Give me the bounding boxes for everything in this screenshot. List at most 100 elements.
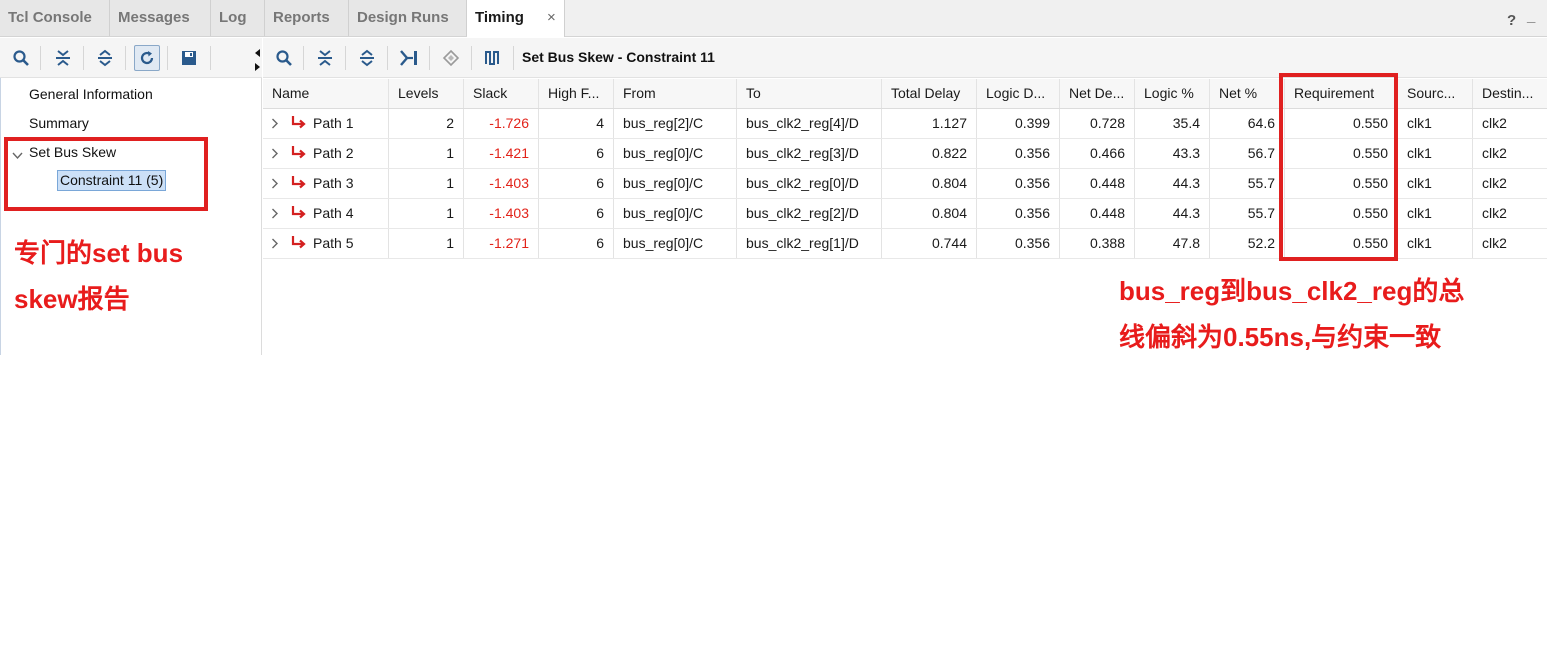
toolbar-separator — [513, 46, 514, 70]
tab-tcl-console[interactable]: Tcl Console — [0, 0, 110, 36]
chevron-right-icon[interactable] — [271, 140, 285, 168]
tree-item-summary[interactable]: Summary — [29, 115, 89, 131]
cell-logic-delay: 0.356 — [977, 169, 1060, 198]
cell-from: bus_reg[0]/C — [614, 139, 737, 168]
chevron-right-icon[interactable] — [271, 200, 285, 228]
cell-total-delay: 0.804 — [882, 169, 977, 198]
tab-messages[interactable]: Messages — [110, 0, 211, 36]
save-icon[interactable] — [176, 45, 202, 71]
chevron-right-icon[interactable] — [271, 230, 285, 258]
help-icon[interactable]: ? — [1507, 12, 1516, 29]
toolbar-separator — [387, 46, 388, 70]
cell-levels: 1 — [389, 169, 464, 198]
cell-net-delay: 0.448 — [1060, 169, 1135, 198]
annotation-text-right-2: 线偏斜为0.55ns,与约束一致 — [1119, 322, 1442, 352]
cell-name: Path 1 — [263, 109, 389, 138]
cell-high-fanout: 6 — [539, 229, 614, 258]
cell-source: clk1 — [1398, 139, 1473, 168]
toolbar-separator — [167, 46, 168, 70]
column-header-net-pct[interactable]: Net % — [1210, 79, 1285, 108]
cell-logic-pct: 43.3 — [1135, 139, 1210, 168]
export-icon[interactable] — [396, 45, 422, 71]
chevron-right-icon[interactable] — [271, 170, 285, 198]
path-arrow-icon — [291, 200, 313, 228]
cell-name: Path 2 — [263, 139, 389, 168]
cell-logic-pct: 35.4 — [1135, 109, 1210, 138]
cell-net-delay: 0.466 — [1060, 139, 1135, 168]
cell-slack: -1.403 — [464, 169, 539, 198]
path-arrow-icon — [291, 230, 313, 258]
expand-all-icon[interactable] — [92, 45, 118, 71]
tab-reports[interactable]: Reports — [265, 0, 349, 36]
column-header-levels[interactable]: Levels — [389, 79, 464, 108]
path-name: Path 3 — [313, 175, 354, 191]
column-header-high-fanout[interactable]: High F... — [539, 79, 614, 108]
column-header-to[interactable]: To — [737, 79, 882, 108]
cell-name: Path 5 — [263, 229, 389, 258]
path-arrow-icon — [291, 110, 313, 138]
cell-high-fanout: 4 — [539, 109, 614, 138]
toolbar-separator — [125, 46, 126, 70]
tab-log[interactable]: Log — [211, 0, 265, 36]
search-icon[interactable] — [8, 45, 34, 71]
path-name: Path 1 — [313, 115, 354, 131]
toolbar-separator — [40, 46, 41, 70]
results-toolbar: Set Bus Skew - Constraint 11 — [263, 38, 1547, 78]
minimize-icon[interactable]: _ — [1527, 8, 1535, 25]
annotation-text-left-1: 专门的set bus — [14, 238, 184, 268]
cell-net-delay: 0.728 — [1060, 109, 1135, 138]
column-header-logic-pct[interactable]: Logic % — [1135, 79, 1210, 108]
close-tab-icon[interactable]: × — [547, 0, 556, 36]
column-header-slack[interactable]: Slack — [464, 79, 539, 108]
toolbar-separator — [83, 46, 84, 70]
cell-destination: clk2 — [1482, 205, 1507, 221]
collapse-all-icon[interactable] — [312, 45, 338, 71]
toolbar-separator — [429, 46, 430, 70]
cell-slack: -1.726 — [464, 109, 539, 138]
column-header-from[interactable]: From — [614, 79, 737, 108]
refresh-icon[interactable] — [134, 45, 160, 71]
toolbar-separator — [345, 46, 346, 70]
panel-splitter-arrows-icon[interactable] — [253, 48, 261, 75]
toolbar-separator — [471, 46, 472, 70]
cell-to: bus_clk2_reg[1]/D — [737, 229, 882, 258]
cell-logic-pct: 44.3 — [1135, 169, 1210, 198]
tree-item-general-information[interactable]: General Information — [29, 86, 153, 102]
column-header-source[interactable]: Sourc... — [1398, 79, 1473, 108]
collapse-all-icon[interactable] — [50, 45, 76, 71]
cell-source: clk1 — [1398, 229, 1473, 258]
cell-logic-pct: 44.3 — [1135, 199, 1210, 228]
cell-source: clk1 — [1398, 199, 1473, 228]
cell-source: clk1 — [1398, 169, 1473, 198]
cell-from: bus_reg[2]/C — [614, 109, 737, 138]
cell-to: bus_clk2_reg[2]/D — [737, 199, 882, 228]
annotation-box-tree — [4, 137, 208, 211]
tab-label: Tcl Console — [8, 9, 92, 26]
cell-logic-delay: 0.356 — [977, 199, 1060, 228]
cell-levels: 1 — [389, 229, 464, 258]
column-header-name[interactable]: Name — [263, 79, 389, 108]
annotation-text-right-1: bus_reg到bus_clk2_reg的总 — [1119, 276, 1465, 306]
search-icon[interactable] — [271, 45, 297, 71]
cell-logic-delay: 0.356 — [977, 139, 1060, 168]
cell-levels: 2 — [389, 109, 464, 138]
expand-all-icon[interactable] — [354, 45, 380, 71]
tab-timing[interactable]: Timing × — [467, 0, 565, 37]
column-header-destination[interactable]: Destin... — [1473, 79, 1547, 108]
path-name: Path 2 — [313, 145, 354, 161]
column-header-logic-delay[interactable]: Logic D... — [977, 79, 1060, 108]
tab-design-runs[interactable]: Design Runs — [349, 0, 467, 36]
column-header-total-delay[interactable]: Total Delay — [882, 79, 977, 108]
cell-total-delay: 1.127 — [882, 109, 977, 138]
chevron-right-icon[interactable] — [271, 110, 285, 138]
cell-slack: -1.403 — [464, 199, 539, 228]
cell-to: bus_clk2_reg[3]/D — [737, 139, 882, 168]
cell-destination: clk2 — [1482, 175, 1507, 191]
waveform-icon[interactable] — [480, 45, 506, 71]
column-header-net-delay[interactable]: Net De... — [1060, 79, 1135, 108]
cell-net-pct: 64.6 — [1210, 109, 1285, 138]
cell-from: bus_reg[0]/C — [614, 229, 737, 258]
cell-destination: clk2 — [1482, 235, 1507, 251]
cell-total-delay: 0.804 — [882, 199, 977, 228]
diamond-icon[interactable] — [438, 45, 464, 71]
